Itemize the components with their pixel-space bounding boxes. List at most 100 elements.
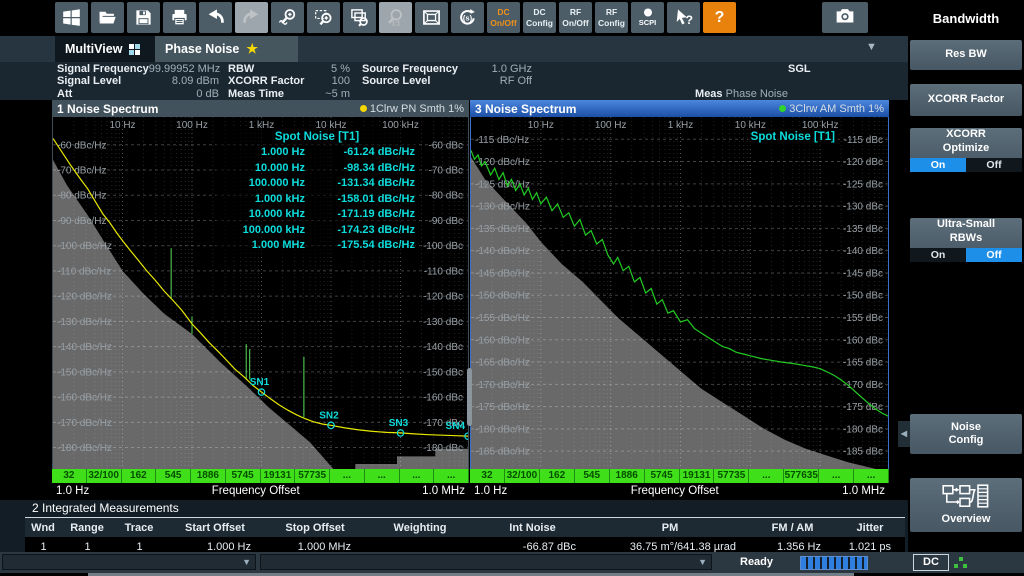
spot-noise-row: 1.000 Hz-61.24 dBc/Hz bbox=[219, 145, 415, 161]
help-button[interactable]: ? bbox=[703, 2, 736, 33]
toggle-off[interactable]: Off bbox=[966, 158, 1022, 172]
y-tick-label-left: -115 dBc/Hz bbox=[475, 135, 529, 146]
xcorr-segment: ... bbox=[819, 469, 854, 483]
y-tick-label-left: -155 dBc/Hz bbox=[475, 313, 530, 324]
y-tick-label-right: -160 dBc bbox=[843, 335, 883, 346]
windows-menu-button[interactable] bbox=[55, 2, 88, 33]
info-field-label: Meas Time bbox=[228, 88, 284, 100]
xcorr-segment: 19131 bbox=[261, 469, 296, 483]
x-axis-start: 1.0 Hz bbox=[474, 485, 507, 497]
windows-icon bbox=[62, 8, 81, 27]
chevron-down-icon: ▼ bbox=[242, 557, 251, 567]
spot-noise-frequency: 10.000 kHz bbox=[219, 207, 305, 223]
dc-config-button[interactable]: DCConfig bbox=[523, 2, 556, 33]
softkey-xcorr-factor[interactable]: XCORR Factor bbox=[910, 84, 1022, 116]
redo-button[interactable] bbox=[235, 2, 268, 33]
status-dropdown-message[interactable]: ▼ bbox=[260, 554, 712, 570]
tab-multiview[interactable]: MultiView bbox=[55, 36, 155, 62]
y-tick-label-right: -130 dBc bbox=[843, 202, 883, 213]
softkey-noise-config[interactable]: ◀ Noise Config bbox=[910, 414, 1022, 454]
rf-on-off-button[interactable]: RFOn/Off bbox=[559, 2, 592, 33]
xcorr-segment: ... bbox=[330, 469, 365, 483]
window3-title-bar[interactable]: 3 Noise Spectrum 3Clrw AM Smth 1% bbox=[470, 100, 889, 117]
rf-config-button[interactable]: RFConfig bbox=[595, 2, 628, 33]
y-tick-label-left: -180 dBc/Hz bbox=[57, 443, 112, 454]
y-tick-label-left: -145 dBc/Hz bbox=[475, 268, 530, 279]
table-header: Jitter bbox=[835, 518, 905, 538]
xcorr-segment: 32 bbox=[52, 469, 87, 483]
y-tick-label-left: -90 dBc/Hz bbox=[57, 216, 106, 227]
y-tick-label-right: -150 dBc bbox=[843, 291, 883, 302]
info-field: Meas Time~5 m bbox=[228, 88, 350, 100]
undo-icon bbox=[206, 8, 225, 27]
softkey-overview[interactable]: Overview bbox=[910, 478, 1022, 532]
am-noise-chart[interactable]: 10 Hz100 Hz1 kHz10 kHz100 kHz-115 dBc/Hz… bbox=[471, 117, 889, 469]
window1-title-bar[interactable]: 1 Noise Spectrum 1Clrw PN Smth 1% bbox=[52, 100, 469, 117]
info-field-label: XCORR Factor bbox=[228, 75, 304, 87]
window-noise-spectrum-1: 1 Noise Spectrum 1Clrw PN Smth 1% 10 Hz1… bbox=[52, 100, 469, 498]
zoom-1-1-button[interactable]: 1:1 bbox=[379, 2, 412, 33]
spot-noise-value: -98.34 dBc/Hz bbox=[305, 161, 415, 177]
table-header: PM bbox=[590, 518, 750, 538]
toggle-off[interactable]: Off bbox=[966, 248, 1022, 262]
y-tick-label-left: -130 dBc/Hz bbox=[475, 202, 530, 213]
meas-mode-indicator: Meas Phase Noise bbox=[695, 88, 788, 100]
print-button[interactable] bbox=[163, 2, 196, 33]
tab-list-dropdown-arrow[interactable]: ▼ bbox=[866, 41, 877, 53]
phase-noise-analyzer-screen: 1:1 (s) DCOn/Off DCConfigRFOn/Off RFConfig SC… bbox=[0, 0, 1024, 576]
screenshot-camera-button[interactable] bbox=[822, 2, 868, 33]
x-tick-label: 1 kHz bbox=[668, 120, 694, 131]
xcorr-segment: 545 bbox=[156, 469, 191, 483]
print-icon bbox=[170, 8, 189, 27]
tab-bar: MultiView Phase Noise ★ ▼ bbox=[0, 36, 908, 62]
toggle-on[interactable]: On bbox=[910, 248, 966, 262]
y-tick-label-right: -110 dBc bbox=[424, 266, 463, 277]
softkey-res-bw[interactable]: Res BW bbox=[910, 40, 1022, 70]
display-frame-button[interactable] bbox=[415, 2, 448, 33]
spot-noise-frequency: 1.000 MHz bbox=[219, 238, 305, 254]
y-tick-label-right: -80 dBc bbox=[429, 191, 463, 202]
scpi-button[interactable]: SCPI bbox=[631, 2, 664, 33]
window3-trace-legend: 3Clrw AM Smth 1% bbox=[779, 103, 884, 115]
tab-phase-noise[interactable]: Phase Noise ★ bbox=[155, 36, 298, 62]
info-field: Source Frequency1.0 GHz bbox=[362, 63, 532, 75]
xcorr-segment: 162 bbox=[122, 469, 157, 483]
toggle-on[interactable]: On bbox=[910, 158, 966, 172]
y-tick-label-left: -180 dBc/Hz bbox=[475, 424, 530, 435]
save-icon bbox=[134, 8, 153, 27]
info-field: XCORR Factor 100 bbox=[228, 75, 350, 87]
spot-noise-frequency: 1.000 Hz bbox=[219, 145, 305, 161]
spot-noise-value: -158.01 dBc/Hz bbox=[305, 192, 415, 208]
pointer-help-button[interactable]: ? bbox=[667, 2, 700, 33]
dc-status-button[interactable]: DC bbox=[913, 554, 949, 571]
toolbar-button-label: DCOn/Off bbox=[490, 7, 516, 27]
info-field: Signal Level8.09 dBm bbox=[57, 75, 219, 87]
x-axis-start: 1.0 Hz bbox=[56, 485, 89, 497]
status-dropdown-left[interactable]: ▼ bbox=[2, 554, 256, 570]
toolbar-button-label: RFConfig bbox=[598, 7, 625, 27]
y-tick-label-right: -60 dBc bbox=[429, 140, 463, 151]
multi-window-zoom-button[interactable] bbox=[343, 2, 376, 33]
window3-plot-area[interactable]: 10 Hz100 Hz1 kHz10 kHz100 kHz-115 dBc/Hz… bbox=[470, 117, 889, 469]
y-tick-label-right: -180 dBc bbox=[843, 424, 883, 435]
info-field-value: 100 bbox=[332, 75, 350, 87]
dc-on-off-button[interactable]: DCOn/Off bbox=[487, 2, 520, 33]
sidebar-menu-title: Bandwidth bbox=[908, 0, 1024, 36]
window1-plot-area[interactable]: 10 Hz100 Hz1 kHz10 kHz100 kHz-60 dBc/Hz-… bbox=[52, 117, 469, 469]
save-button[interactable] bbox=[127, 2, 160, 33]
y-tick-label-left: -120 dBc/Hz bbox=[57, 292, 112, 303]
chevron-down-icon: ▼ bbox=[698, 557, 707, 567]
x-axis-label: Frequency Offset bbox=[631, 485, 719, 497]
softkey-ultra-small-rbws[interactable]: Ultra-Small RBWs On Off bbox=[910, 218, 1022, 260]
window-splitter-handle-vertical[interactable] bbox=[467, 368, 472, 426]
open-file-button[interactable] bbox=[91, 2, 124, 33]
info-field-label: RBW bbox=[228, 63, 254, 75]
spot-noise-frequency: 10.000 Hz bbox=[219, 161, 305, 177]
sidebar-collapse-handle[interactable]: ◀ bbox=[898, 421, 910, 447]
softkey-xcorr-optimize[interactable]: XCORR Optimize On Off bbox=[910, 128, 1022, 170]
zoom-trace-button[interactable] bbox=[271, 2, 304, 33]
softkey-label: Overview bbox=[927, 513, 1005, 526]
sweep-refresh-button[interactable]: (s) bbox=[451, 2, 484, 33]
zoom-area-button[interactable] bbox=[307, 2, 340, 33]
undo-button[interactable] bbox=[199, 2, 232, 33]
